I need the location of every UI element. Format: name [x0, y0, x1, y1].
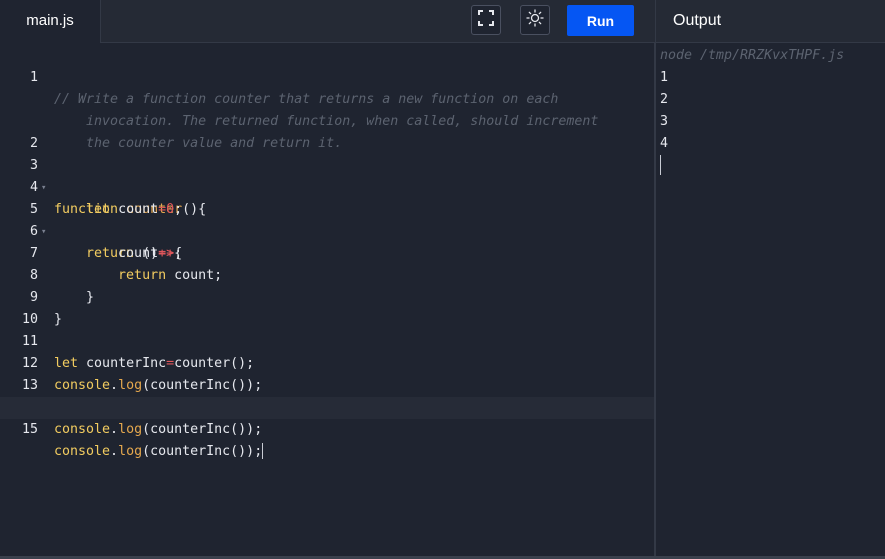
run-button[interactable]: Run: [567, 5, 634, 36]
fullscreen-button[interactable]: [471, 5, 501, 35]
code-line: 1 // Write a function counter that retur…: [0, 45, 654, 107]
code-line: 9 }: [0, 265, 654, 327]
line-number: 15: [21, 422, 38, 437]
code-line: 6 count++;: [0, 199, 654, 261]
code-line: invocation. The returned function, when …: [0, 67, 654, 129]
output-panel[interactable]: node /tmp/RRZKvxTHPF.js 1 2 3 4: [656, 43, 885, 556]
code-editor[interactable]: 1 // Write a function counter that retur…: [0, 43, 654, 556]
output-line: 1: [660, 70, 669, 85]
output-command: node /tmp/RRZKvxTHPF.js: [660, 48, 845, 63]
code-line: 14 console.log(counterInc());: [0, 375, 654, 437]
code-line-active: 15 console.log(counterInc());: [0, 397, 654, 459]
code-text: console.log(counterInc());: [54, 443, 264, 459]
code-line: 13 console.log(counterInc());: [0, 353, 654, 415]
code-line: 10: [0, 287, 654, 327]
code-line: 5 ▾ return ()=>{: [0, 177, 654, 261]
output-line: 3: [660, 114, 669, 129]
code-text: console.log(counterInc());: [54, 422, 263, 437]
code-line: 8 }: [0, 243, 654, 305]
code-line: 4 let count=0;: [0, 155, 654, 217]
fullscreen-icon: [478, 9, 494, 31]
sun-icon: [526, 8, 544, 32]
output-line: 4: [660, 136, 669, 151]
output-title: Output: [655, 0, 885, 42]
top-bar: main.js Run Output: [0, 0, 885, 43]
code-line: the counter value and return it.: [0, 89, 654, 151]
code-line: 11 let counterInc=counter();: [0, 309, 654, 371]
text-cursor: [262, 443, 264, 459]
tab-main-js[interactable]: main.js: [0, 0, 101, 43]
code-line: 12 console.log(counterInc());: [0, 331, 654, 393]
theme-toggle-button[interactable]: [520, 5, 550, 35]
code-line: 2: [0, 111, 654, 151]
code-line: 3 ▾ function counter(){: [0, 133, 654, 217]
output-line: 2: [660, 92, 669, 107]
output-cursor: [660, 155, 661, 175]
code-line: 7 return count;: [0, 221, 654, 283]
